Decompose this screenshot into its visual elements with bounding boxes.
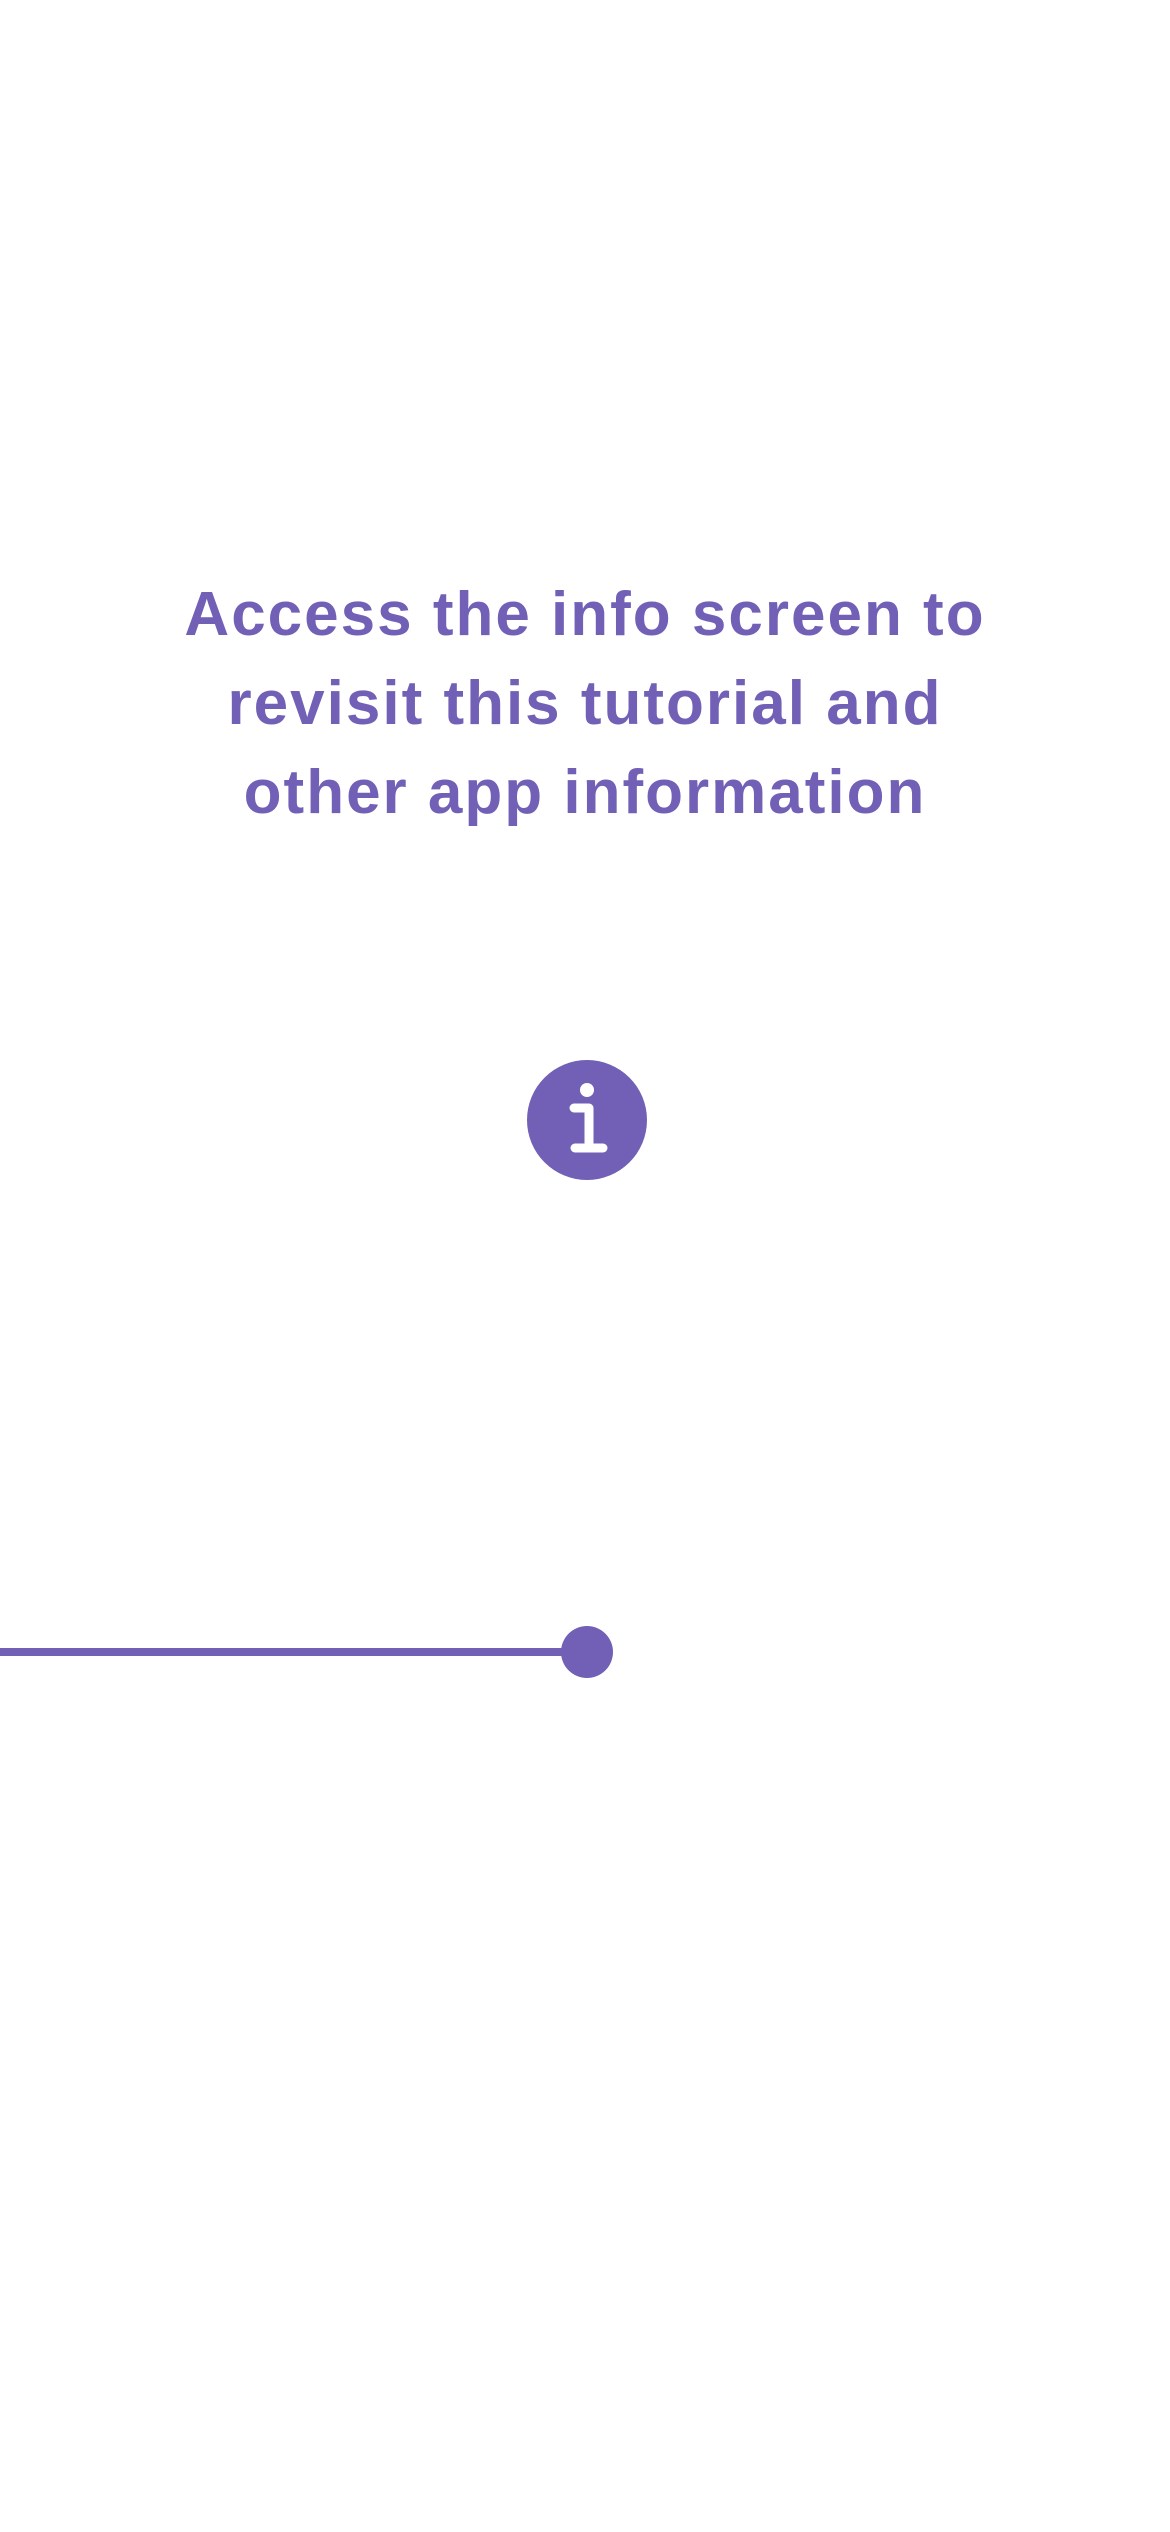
tutorial-message-line: Access the info screen to bbox=[184, 580, 986, 649]
tutorial-progress-indicator bbox=[561, 1626, 613, 1678]
info-button[interactable] bbox=[527, 1060, 647, 1180]
tutorial-progress-line bbox=[0, 1648, 587, 1656]
tutorial-message-line: revisit this tutorial and bbox=[227, 669, 943, 738]
tutorial-message: Access the info screen to revisit this t… bbox=[0, 570, 1170, 837]
info-icon bbox=[569, 1083, 608, 1153]
tutorial-message-line: other app information bbox=[243, 758, 927, 827]
